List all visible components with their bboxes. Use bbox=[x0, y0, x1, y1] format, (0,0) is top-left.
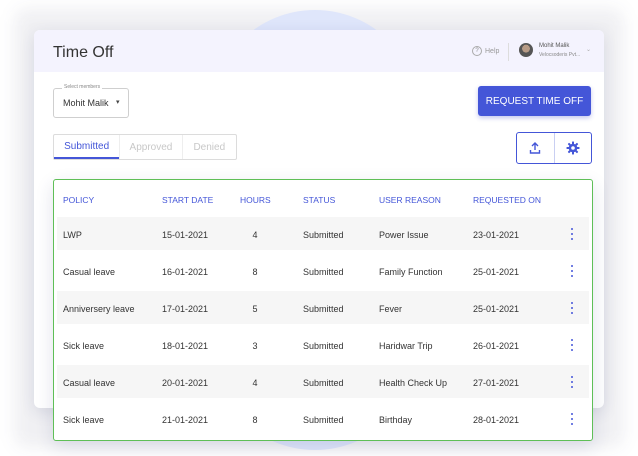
cell-policy: Casual leave bbox=[63, 378, 116, 388]
cell-policy: Sick leave bbox=[63, 415, 105, 425]
col-requested-on[interactable]: REQUESTED ON bbox=[473, 195, 541, 205]
cell-policy: Anniversery leave bbox=[63, 304, 135, 314]
cell-requested-on: 27-01-2021 bbox=[473, 378, 520, 388]
cell-hours: 4 bbox=[252, 378, 258, 388]
header-divider bbox=[508, 43, 509, 61]
cell-user-reason: Haridwar Trip bbox=[379, 341, 433, 351]
settings-button[interactable] bbox=[553, 133, 592, 163]
row-menu-icon[interactable] bbox=[570, 228, 574, 240]
cell-user-reason: Health Check Up bbox=[379, 378, 448, 388]
cell-start-date: 17-01-2021 bbox=[162, 304, 209, 314]
cell-user-reason: Family Function bbox=[379, 267, 443, 277]
table-row[interactable]: Casual leave 16-01-2021 8 Submitted Fami… bbox=[57, 254, 589, 287]
table-row[interactable]: LWP 15-01-2021 4 Submitted Power Issue 2… bbox=[57, 217, 589, 250]
caret-down-icon: ▾ bbox=[116, 99, 120, 106]
cell-status: Submitted bbox=[303, 341, 344, 351]
gear-icon bbox=[566, 141, 580, 155]
toolbar-icon-group bbox=[516, 132, 592, 164]
cell-user-reason: Power Issue bbox=[379, 230, 429, 240]
chevron-down-icon[interactable]: ⌄ bbox=[586, 46, 591, 53]
col-hours[interactable]: HOURS bbox=[240, 195, 271, 205]
member-select-value: Mohit Malik bbox=[63, 98, 109, 108]
member-select-legend: Select members bbox=[62, 84, 103, 90]
cell-status: Submitted bbox=[303, 378, 344, 388]
cell-policy: LWP bbox=[63, 230, 82, 240]
page-title: Time Off bbox=[53, 44, 114, 61]
col-user-reason[interactable]: USER REASON bbox=[379, 195, 441, 205]
app-header: Time Off ? Help Mohit Malik Velocsoderis… bbox=[34, 30, 604, 72]
row-menu-icon[interactable] bbox=[570, 265, 574, 277]
row-menu-icon[interactable] bbox=[570, 413, 574, 425]
tab-approved[interactable]: Approved bbox=[119, 135, 181, 159]
table-row[interactable]: Casual leave 20-01-2021 4 Submitted Heal… bbox=[57, 365, 589, 398]
member-select[interactable]: Select members Mohit Malik ▾ bbox=[53, 84, 129, 118]
help-link[interactable]: ? Help bbox=[472, 46, 499, 56]
export-button[interactable] bbox=[517, 133, 554, 163]
cell-status: Submitted bbox=[303, 304, 344, 314]
cell-hours: 8 bbox=[252, 267, 258, 277]
cell-user-reason: Birthday bbox=[379, 415, 413, 425]
cell-start-date: 15-01-2021 bbox=[162, 230, 209, 240]
tab-submitted[interactable]: Submitted bbox=[54, 135, 120, 159]
table-row[interactable]: Anniversery leave 17-01-2021 5 Submitted… bbox=[57, 291, 589, 324]
cell-start-date: 16-01-2021 bbox=[162, 267, 209, 277]
cell-hours: 3 bbox=[252, 341, 258, 351]
request-time-off-button[interactable]: REQUEST TIME OFF bbox=[478, 86, 591, 116]
status-tabs: Submitted Approved Denied bbox=[53, 134, 237, 160]
col-status[interactable]: STATUS bbox=[303, 195, 335, 205]
cell-hours: 5 bbox=[252, 304, 258, 314]
cell-policy: Casual leave bbox=[63, 267, 116, 277]
user-org: Velocsoderis Pvt... bbox=[539, 52, 581, 58]
col-start-date[interactable]: START DATE bbox=[162, 195, 213, 205]
cell-start-date: 20-01-2021 bbox=[162, 378, 209, 388]
cell-status: Submitted bbox=[303, 415, 344, 425]
table-header: POLICY START DATE HOURS STATUS USER REAS… bbox=[54, 180, 592, 220]
upload-icon bbox=[530, 142, 541, 154]
cell-status: Submitted bbox=[303, 230, 344, 240]
table-row[interactable]: Sick leave 21-01-2021 8 Submitted Birthd… bbox=[57, 402, 589, 435]
cell-start-date: 18-01-2021 bbox=[162, 341, 209, 351]
user-name[interactable]: Mohit Malik bbox=[539, 43, 569, 49]
table-row[interactable]: Sick leave 18-01-2021 3 Submitted Haridw… bbox=[57, 328, 589, 361]
cell-hours: 8 bbox=[252, 415, 258, 425]
tab-denied[interactable]: Denied bbox=[181, 135, 236, 159]
cell-requested-on: 26-01-2021 bbox=[473, 341, 520, 351]
cell-status: Submitted bbox=[303, 267, 344, 277]
cell-requested-on: 25-01-2021 bbox=[473, 267, 520, 277]
help-label: Help bbox=[485, 47, 500, 55]
row-menu-icon[interactable] bbox=[570, 339, 574, 351]
avatar[interactable] bbox=[519, 43, 533, 57]
col-policy[interactable]: POLICY bbox=[63, 195, 94, 205]
cell-hours: 4 bbox=[252, 230, 258, 240]
help-icon: ? bbox=[472, 46, 482, 56]
cell-policy: Sick leave bbox=[63, 341, 105, 351]
cell-requested-on: 28-01-2021 bbox=[473, 415, 520, 425]
cell-requested-on: 23-01-2021 bbox=[473, 230, 520, 240]
cell-user-reason: Fever bbox=[379, 304, 403, 314]
cell-requested-on: 25-01-2021 bbox=[473, 304, 520, 314]
time-off-table: POLICY START DATE HOURS STATUS USER REAS… bbox=[53, 179, 593, 441]
row-menu-icon[interactable] bbox=[570, 302, 574, 314]
cell-start-date: 21-01-2021 bbox=[162, 415, 209, 425]
row-menu-icon[interactable] bbox=[570, 376, 574, 388]
